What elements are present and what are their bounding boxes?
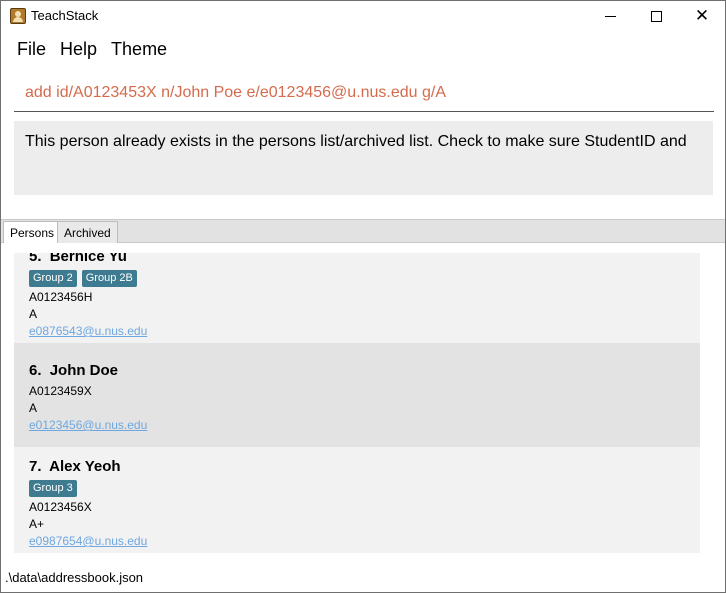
student-id: A0123459X — [29, 384, 92, 398]
tab-persons[interactable]: Persons — [3, 221, 62, 245]
minimize-icon — [604, 15, 616, 17]
menu-theme[interactable]: Theme — [104, 35, 174, 63]
app-window: TeachStack ✕ File Help Theme This person… — [0, 0, 726, 593]
person-heading: 7. Alex Yeoh — [29, 457, 700, 476]
command-input[interactable] — [14, 74, 714, 111]
person-list-panel: 5. Bernice Yu Group 2 Group 2B A0123456H… — [1, 243, 725, 567]
email-link[interactable]: e0987654@u.nus.edu — [29, 533, 700, 550]
person-list[interactable]: 5. Bernice Yu Group 2 Group 2B A0123456H… — [14, 253, 700, 553]
menu-help[interactable]: Help — [53, 35, 104, 63]
tab-strip: Persons Archived — [1, 219, 725, 245]
student-id: A0123456X — [29, 500, 92, 514]
grade: A+ — [29, 517, 45, 531]
result-display: This person already exists in the person… — [14, 121, 713, 195]
person-name: John Doe — [49, 362, 119, 379]
minimize-button[interactable] — [587, 1, 633, 31]
maximize-button[interactable] — [633, 1, 679, 31]
menu-bar: File Help Theme — [1, 35, 174, 63]
person-card[interactable]: 5. Bernice Yu Group 2 Group 2B A0123456H… — [14, 253, 700, 343]
person-heading: 5. Bernice Yu — [29, 253, 700, 266]
result-message: This person already exists in the person… — [25, 133, 687, 150]
tag-list: Group 2 Group 2B — [29, 270, 700, 287]
tag-badge: Group 2 — [29, 270, 77, 287]
grade: A — [29, 307, 38, 321]
tag-badge: Group 2B — [81, 270, 137, 287]
maximize-icon — [650, 10, 662, 22]
person-heading: 6. John Doe — [29, 361, 700, 380]
email-link[interactable]: e0876543@u.nus.edu — [29, 323, 700, 340]
menu-file[interactable]: File — [1, 35, 53, 63]
student-id: A0123456H — [29, 290, 93, 304]
tag-badge: Group 3 — [29, 480, 77, 497]
person-index: 5. — [29, 253, 42, 265]
title-bar: TeachStack ✕ — [1, 1, 725, 31]
status-file-path: .\data\addressbook.json — [5, 570, 144, 585]
person-index: 6. — [29, 362, 42, 379]
person-card[interactable]: 6. John Doe A0123459X A e0123456@u.nus.e… — [14, 343, 700, 447]
window-title: TeachStack — [31, 8, 99, 23]
person-card[interactable]: 7. Alex Yeoh Group 3 A0123456X A+ e09876… — [14, 447, 700, 553]
tab-archived[interactable]: Archived — [57, 221, 118, 244]
close-icon: ✕ — [694, 5, 710, 26]
grade: A — [29, 401, 38, 415]
close-button[interactable]: ✕ — [679, 1, 725, 31]
command-box — [14, 74, 714, 112]
person-index: 7. — [29, 458, 42, 475]
tag-list: Group 3 — [29, 480, 700, 497]
email-link[interactable]: e0123456@u.nus.edu — [29, 417, 700, 434]
person-name: Alex Yeoh — [49, 458, 121, 475]
person-name: Bernice Yu — [49, 253, 127, 265]
app-icon — [10, 8, 26, 24]
